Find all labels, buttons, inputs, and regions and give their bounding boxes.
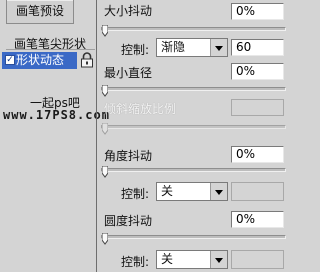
- angle-control-label: 控制:: [121, 187, 150, 201]
- angle-jitter-slider[interactable]: [101, 166, 286, 178]
- angle-control-value: 关: [161, 184, 174, 198]
- roundness-control-label: 控制:: [121, 255, 150, 269]
- min-diameter-label: 最小直径: [104, 66, 153, 80]
- tilt-scale-input: [231, 99, 284, 116]
- shape-dynamics-item[interactable]: ✓ 形状动态: [2, 52, 77, 69]
- lock-icon[interactable]: [80, 52, 94, 68]
- min-diameter-slider[interactable]: [101, 85, 286, 97]
- angle-control-input: [231, 182, 284, 201]
- roundness-jitter-slider[interactable]: [101, 233, 286, 245]
- brush-presets-button[interactable]: 画笔预设: [6, 0, 74, 24]
- tilt-scale-slider: [101, 123, 286, 135]
- roundness-control-input: [231, 250, 284, 269]
- slider-thumb-icon[interactable]: [102, 85, 108, 97]
- chevron-down-icon[interactable]: [210, 183, 227, 200]
- shape-dynamics-label: 形状动态: [16, 53, 65, 67]
- roundness-jitter-label: 圆度抖动: [104, 214, 153, 228]
- angle-jitter-input[interactable]: 0%: [231, 146, 284, 163]
- brush-panel-sidebar: 画笔预设 画笔笔尖形状 ✓ 形状动态 一起ps吧 www.17PS8.com: [0, 0, 109, 272]
- chevron-down-icon[interactable]: [210, 39, 227, 56]
- min-diameter-input[interactable]: 0%: [231, 63, 284, 80]
- angle-jitter-label: 角度抖动: [104, 149, 153, 163]
- size-jitter-label: 大小抖动: [104, 4, 153, 18]
- size-control-label: 控制:: [121, 43, 150, 57]
- fade-steps-input[interactable]: 60: [231, 39, 284, 56]
- divider: [96, 0, 97, 272]
- chevron-down-icon[interactable]: [210, 251, 227, 268]
- slider-thumb-icon[interactable]: [102, 166, 108, 178]
- slider-thumb-icon[interactable]: [102, 25, 108, 37]
- checkmark-icon[interactable]: ✓: [5, 55, 15, 65]
- slider-thumb-icon[interactable]: [102, 233, 108, 245]
- size-jitter-input[interactable]: 0%: [231, 3, 284, 20]
- slider-thumb-icon: [102, 123, 108, 135]
- watermark-url: www.17PS8.com: [3, 108, 110, 122]
- divider: [6, 49, 95, 50]
- size-control-value: 渐隐: [161, 40, 186, 54]
- angle-control-select[interactable]: 关: [156, 182, 228, 201]
- tilt-scale-label: 倾斜缩放比例: [104, 102, 177, 116]
- roundness-control-value: 关: [161, 252, 174, 266]
- size-control-select[interactable]: 渐隐: [156, 38, 228, 57]
- size-jitter-slider[interactable]: [101, 25, 286, 37]
- roundness-control-select[interactable]: 关: [156, 250, 228, 269]
- roundness-jitter-input[interactable]: 0%: [231, 211, 284, 228]
